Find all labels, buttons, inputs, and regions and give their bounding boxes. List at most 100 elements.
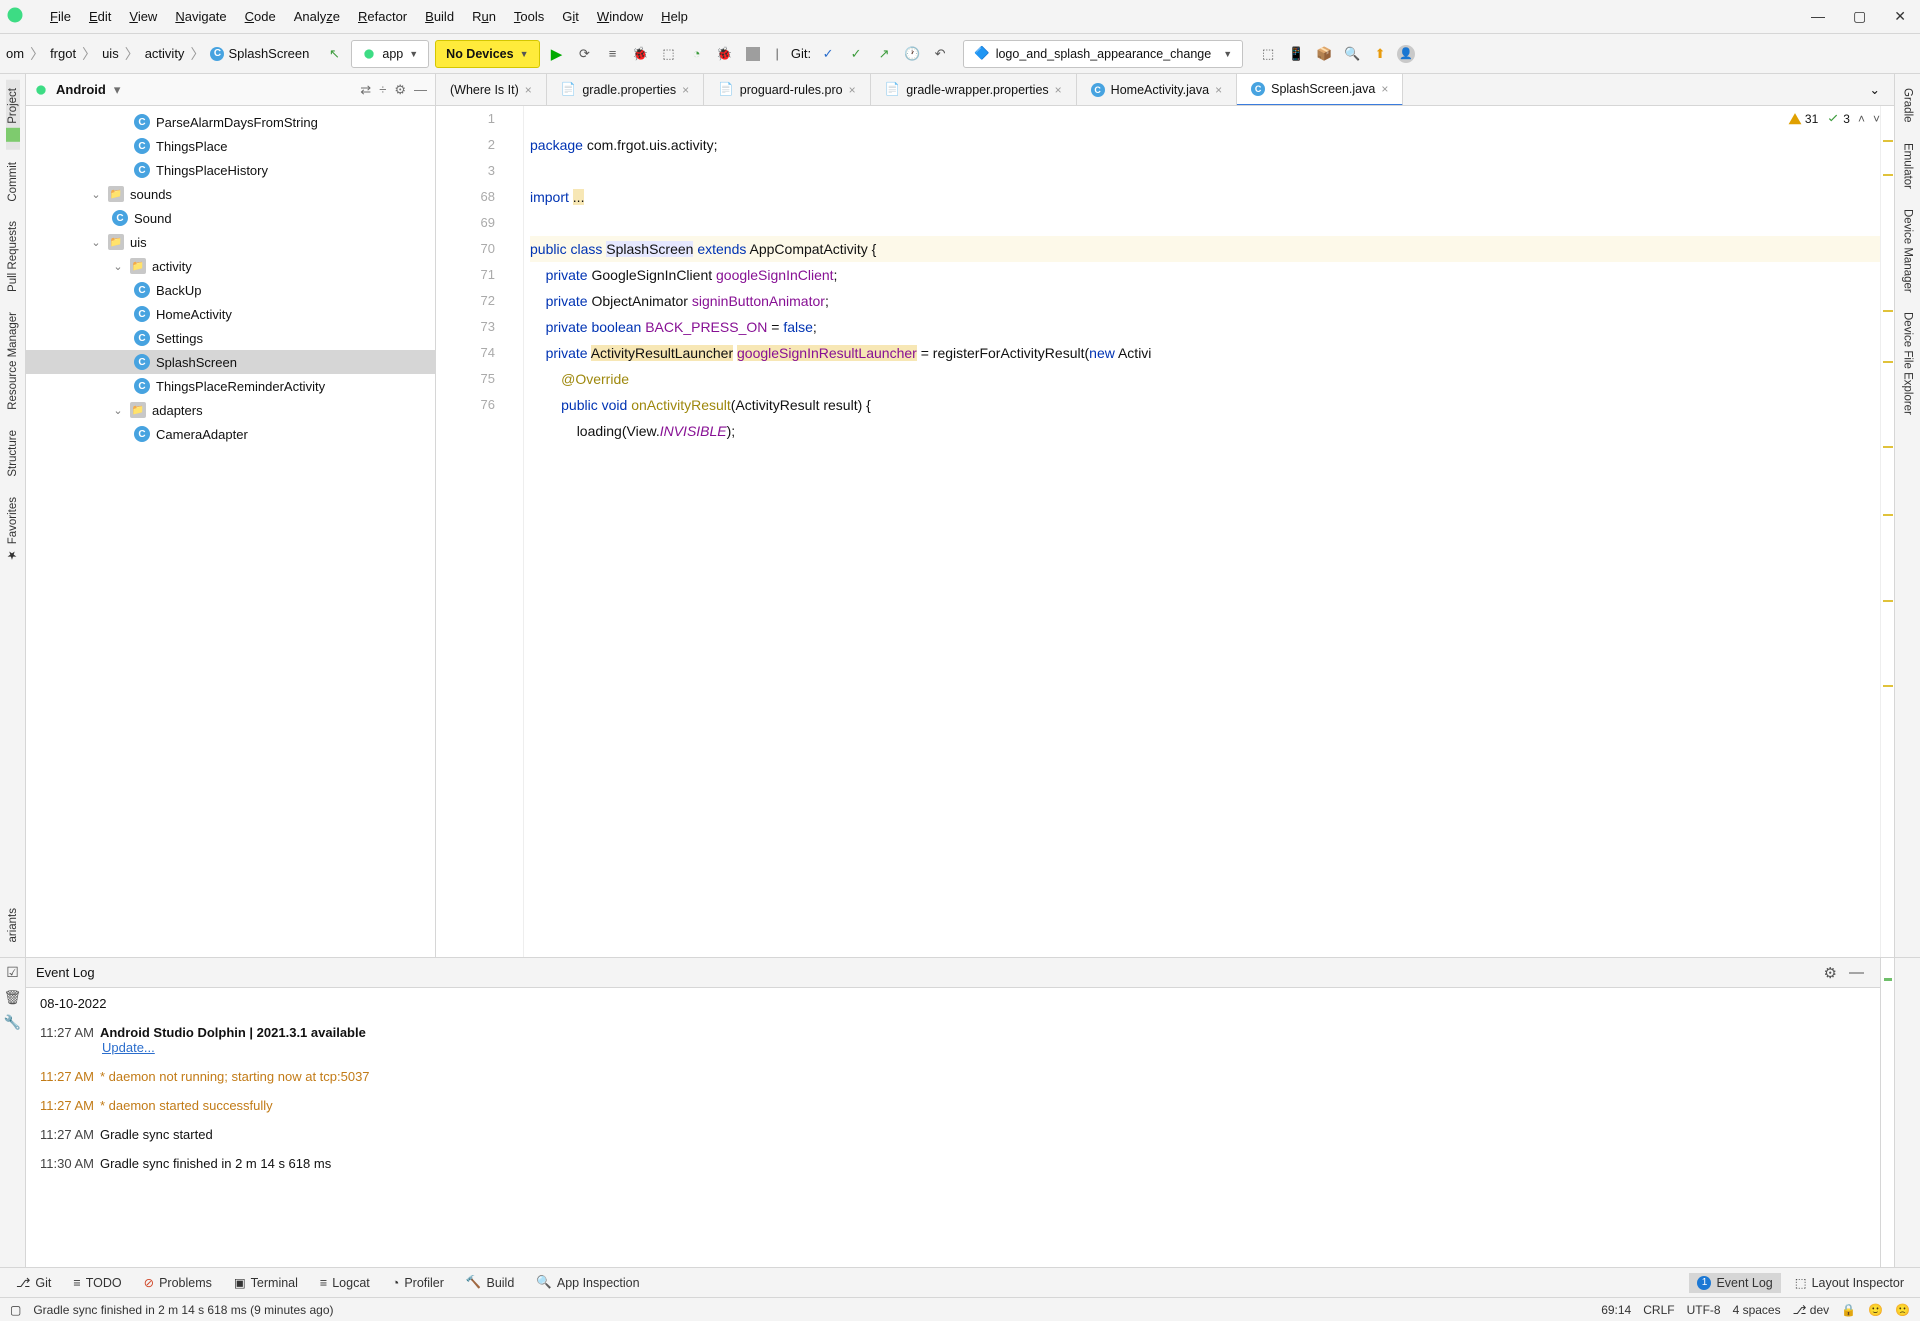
tree-file[interactable]: CSplashScreen [26, 350, 435, 374]
expand-up-icon[interactable]: ˄ [1858, 112, 1865, 126]
line-separator[interactable]: CRLF [1643, 1303, 1674, 1317]
editor-tab[interactable]: (Where Is It)× [436, 74, 547, 106]
menu-help[interactable]: Help [653, 5, 696, 28]
filter-icon[interactable]: ☑ [6, 964, 19, 981]
right-rail-emulator[interactable]: Emulator [1902, 135, 1914, 197]
tool-problems[interactable]: ⊘Problems [136, 1272, 220, 1293]
device-dropdown[interactable]: No Devices▼ [435, 40, 539, 68]
code-editor[interactable]: 123686970717273747576 package com.frgot.… [436, 106, 1894, 957]
tool-logcat[interactable]: ≡Logcat [312, 1273, 378, 1293]
search-everywhere-icon[interactable]: 🔍 [1341, 43, 1363, 65]
updates-icon[interactable]: ⬆ [1369, 43, 1391, 65]
update-link[interactable]: Update... [102, 1040, 155, 1055]
minimize-icon[interactable]: — [1811, 8, 1825, 25]
left-rail-commit[interactable]: Commit [7, 154, 19, 210]
close-tab-icon[interactable]: × [1215, 83, 1222, 97]
menu-build[interactable]: Build [417, 5, 462, 28]
hide-icon[interactable]: — [414, 82, 427, 97]
more-tabs-icon[interactable]: ⌄ [1856, 74, 1894, 106]
git-branch-dropdown[interactable]: 🔷 logo_and_splash_appearance_change▼ [963, 40, 1243, 68]
menu-tools[interactable]: Tools [506, 5, 552, 28]
tool-event-log[interactable]: 1Event Log [1689, 1273, 1780, 1293]
right-rail-device-file-explorer[interactable]: Device File Explorer [1902, 304, 1914, 423]
trash-icon[interactable]: 🗑 [4, 989, 22, 1006]
menu-run[interactable]: Run [464, 5, 504, 28]
settings-gear-icon[interactable]: ⚙ [1818, 964, 1843, 982]
tool-todo[interactable]: ≡TODO [65, 1273, 129, 1293]
git-commit-icon[interactable]: ✓ [845, 43, 867, 65]
git-branch-indicator[interactable]: ⎇ dev [1793, 1303, 1830, 1317]
menu-git[interactable]: Git [554, 5, 587, 28]
tool-git[interactable]: ⎇Git [8, 1272, 59, 1293]
chevron-down-icon[interactable]: ▾ [114, 82, 121, 98]
run-config-dropdown[interactable]: app▼ [351, 40, 429, 68]
tree-file[interactable]: CSound [26, 206, 435, 230]
tree-folder[interactable]: ⌄📁uis [26, 230, 435, 254]
menu-navigate[interactable]: Navigate [167, 5, 234, 28]
ok-indicator[interactable]: 3 [1826, 112, 1850, 126]
file-encoding[interactable]: UTF-8 [1687, 1303, 1721, 1317]
git-rollback-icon[interactable]: ↶ [929, 43, 951, 65]
happy-face-icon[interactable]: 🙂 [1868, 1303, 1883, 1317]
menu-window[interactable]: Window [589, 5, 651, 28]
editor-tab[interactable]: CSplashScreen.java× [1237, 74, 1403, 106]
expand-all-icon[interactable]: ⇄ [360, 82, 371, 98]
wrench-icon[interactable]: 🔧 [4, 1014, 21, 1031]
editor-tab[interactable]: 📄proguard-rules.pro× [704, 74, 870, 106]
apply-changes-icon[interactable]: ≡ [602, 43, 624, 65]
debug-icon[interactable]: 🐞 [630, 43, 652, 65]
warnings-indicator[interactable]: 31 [1788, 112, 1818, 126]
avd-manager-icon[interactable]: ⬚ [1257, 43, 1279, 65]
sync-arrow-icon[interactable]: ↖ [323, 43, 345, 65]
menu-edit[interactable]: Edit [81, 5, 119, 28]
tool-build[interactable]: 🔨Build [458, 1272, 522, 1293]
git-push-icon[interactable]: ↗ [873, 43, 895, 65]
tree-file[interactable]: CThingsPlaceHistory [26, 158, 435, 182]
tree-file[interactable]: CBackUp [26, 278, 435, 302]
menu-file[interactable]: FFileile [42, 5, 79, 28]
tree-file[interactable]: CThingsPlaceReminderActivity [26, 374, 435, 398]
tree-folder[interactable]: ⌄📁adapters [26, 398, 435, 422]
tree-file[interactable]: CSettings [26, 326, 435, 350]
breadcrumb-part[interactable]: activity [145, 46, 185, 61]
left-rail-structure[interactable]: Structure [7, 422, 19, 485]
left-rail-pull-requests[interactable]: Pull Requests [7, 213, 19, 300]
sdk-manager-icon[interactable]: 📦 [1313, 43, 1335, 65]
close-tab-icon[interactable]: × [525, 83, 532, 97]
breadcrumb-current[interactable]: CSplashScreen [210, 46, 309, 61]
left-rail-resource-manager[interactable]: Resource Manager [7, 304, 19, 418]
left-rail-project[interactable]: Project [6, 80, 20, 150]
editor-tab[interactable]: CHomeActivity.java× [1077, 74, 1237, 106]
run-button-icon[interactable]: ▶ [546, 43, 568, 65]
hide-icon[interactable]: — [1843, 964, 1870, 981]
breadcrumb-part[interactable]: om [6, 46, 24, 61]
stop-icon[interactable] [742, 43, 764, 65]
settings-gear-icon[interactable]: ⚙ [394, 82, 406, 98]
expand-down-icon[interactable]: ˅ [1873, 112, 1880, 126]
tree-file[interactable]: CThingsPlace [26, 134, 435, 158]
user-avatar[interactable]: 👤 [1397, 45, 1415, 63]
right-rail-device-manager[interactable]: Device Manager [1902, 201, 1914, 301]
maximize-icon[interactable]: ▢ [1853, 8, 1866, 25]
breadcrumb-part[interactable]: uis [102, 46, 119, 61]
menu-view[interactable]: View [121, 5, 165, 28]
device-manager-icon[interactable]: 📱 [1285, 43, 1307, 65]
menu-analyze[interactable]: Analyze [286, 5, 348, 28]
left-rail-build-variants[interactable]: ariants [7, 900, 19, 951]
left-rail-favorites[interactable]: ★Favorites [6, 489, 20, 570]
lock-icon[interactable]: 🔒 [1841, 1303, 1856, 1317]
minimap[interactable] [1880, 106, 1894, 957]
code-content[interactable]: package com.frgot.uis.activity; import .… [524, 106, 1880, 957]
menu-refactor[interactable]: Refactor [350, 5, 415, 28]
right-rail-gradle[interactable]: Gradle [1902, 80, 1914, 131]
editor-tab[interactable]: 📄gradle.properties× [547, 74, 704, 106]
tree-file[interactable]: CCameraAdapter [26, 422, 435, 446]
menu-code[interactable]: Code [237, 5, 284, 28]
sad-face-icon[interactable]: 🙁 [1895, 1303, 1910, 1317]
close-icon[interactable]: ✕ [1894, 8, 1906, 25]
event-log-content[interactable]: 08-10-202211:27 AMAndroid Studio Dolphin… [26, 988, 1880, 1267]
tree-file[interactable]: CParseAlarmDaysFromString [26, 110, 435, 134]
attach-debugger-icon[interactable]: 🐞 [714, 43, 736, 65]
tool-layout-inspector[interactable]: ⬚Layout Inspector [1787, 1272, 1912, 1293]
close-tab-icon[interactable]: × [1055, 83, 1062, 97]
